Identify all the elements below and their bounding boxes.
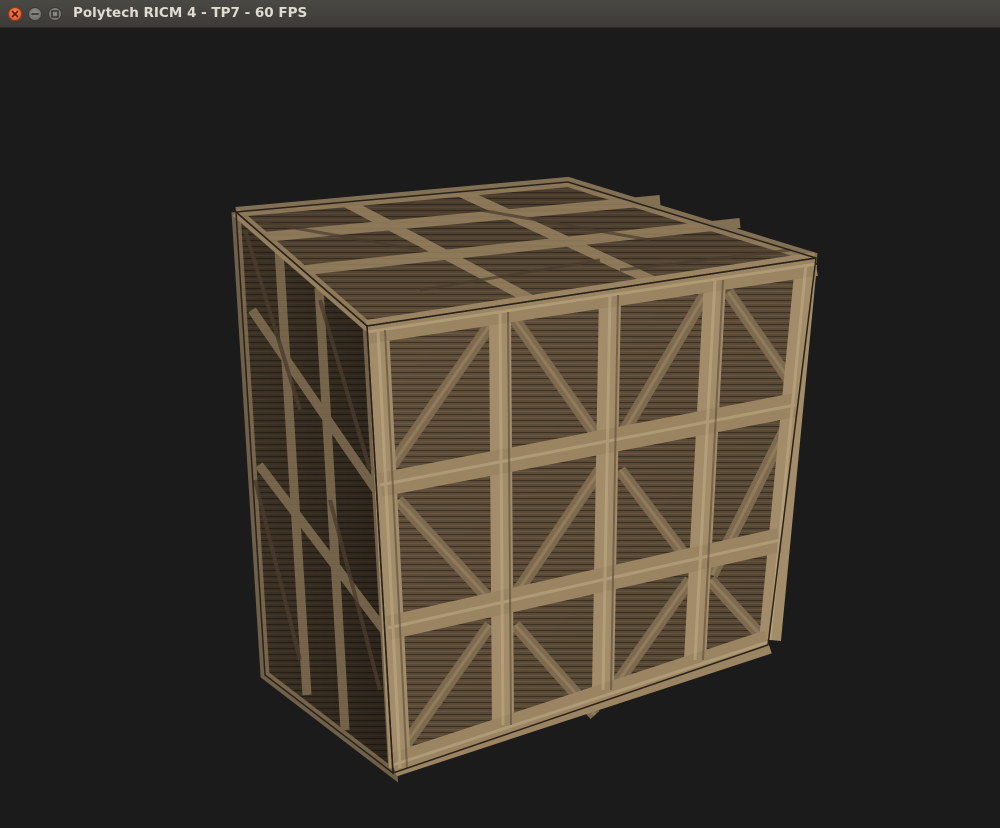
maximize-icon — [51, 10, 59, 18]
maximize-button[interactable] — [48, 7, 62, 21]
crate-front-face — [365, 252, 818, 777]
close-button[interactable] — [8, 7, 22, 21]
render-viewport[interactable] — [0, 28, 1000, 828]
window-title: Polytech RICM 4 - TP7 - 60 FPS — [73, 5, 308, 21]
title-bar[interactable]: Polytech RICM 4 - TP7 - 60 FPS — [0, 0, 1000, 28]
application-window: Polytech RICM 4 - TP7 - 60 FPS — [0, 0, 1000, 828]
minimize-icon — [31, 13, 39, 15]
crate-cube-render — [231, 176, 818, 783]
minimize-button[interactable] — [28, 7, 42, 21]
close-icon — [11, 10, 19, 18]
